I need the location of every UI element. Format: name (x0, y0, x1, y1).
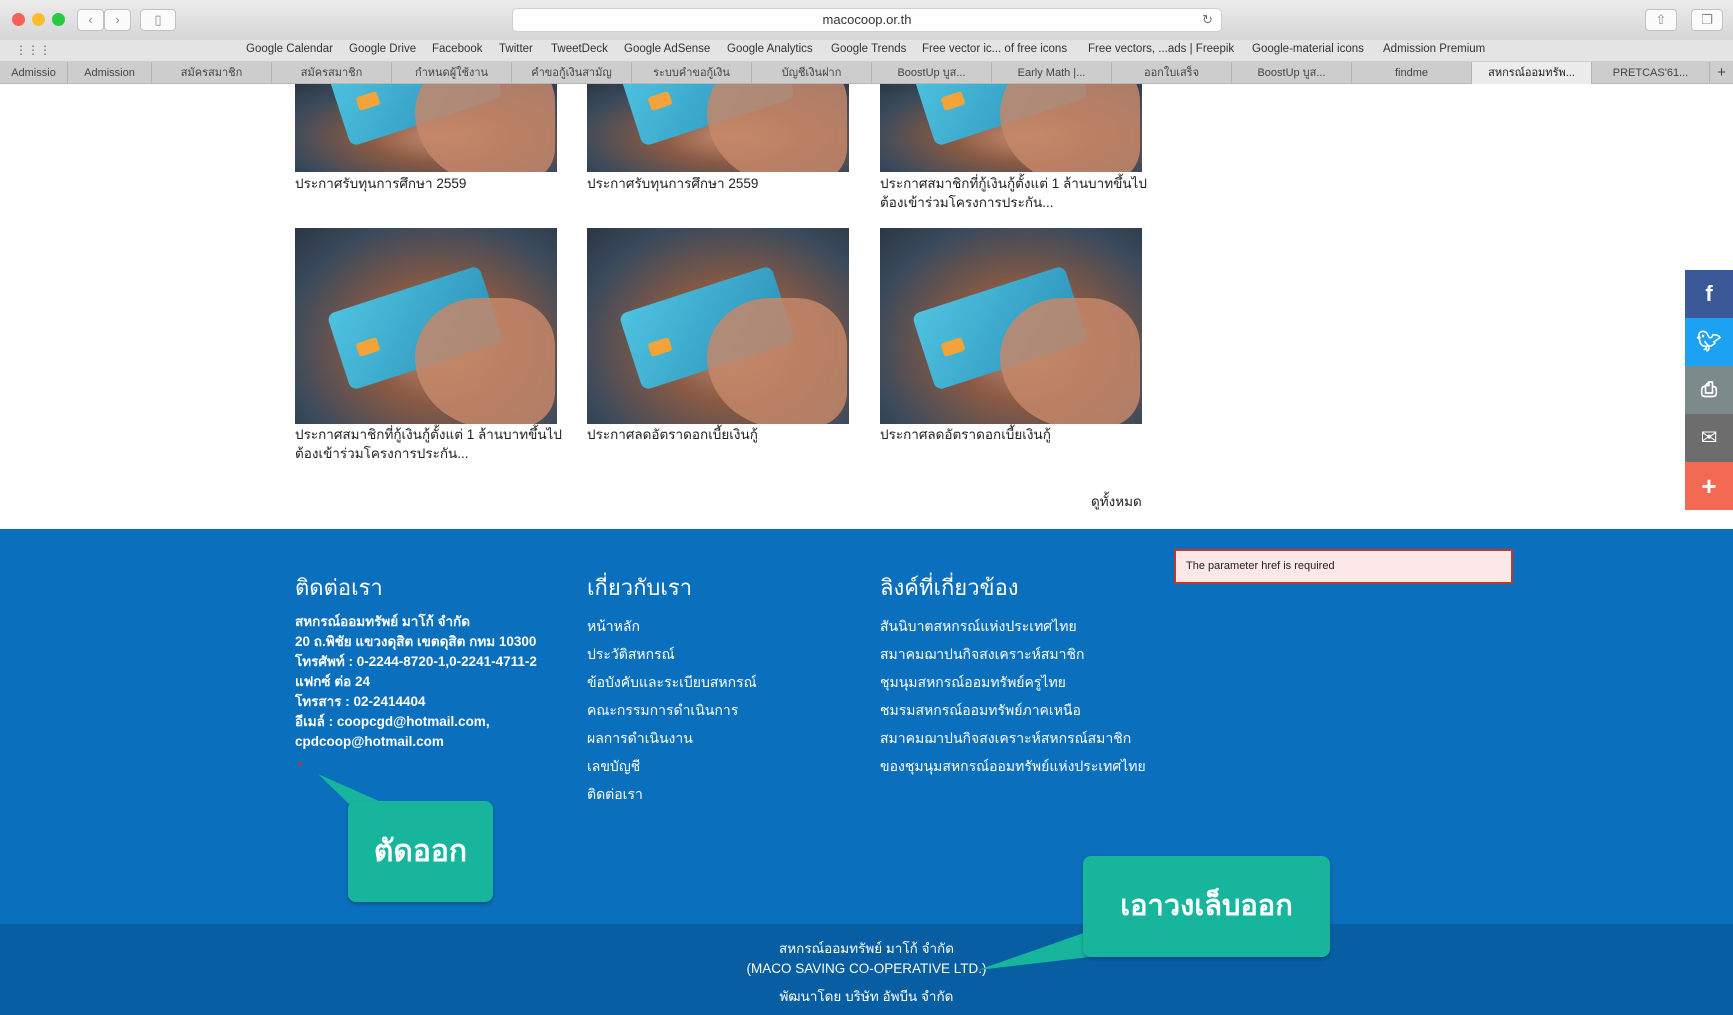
twitter-icon: 🐦︎ (1696, 331, 1722, 353)
plus-icon: + (1701, 471, 1717, 501)
facebook-icon: f (1705, 281, 1713, 306)
callout-cut: ตัดออก (348, 801, 493, 902)
share-facebook-button[interactable]: f (1685, 270, 1733, 318)
share-more-button[interactable]: + (1685, 462, 1733, 510)
callout-pointers (318, 774, 1098, 970)
print-icon: ⎙ (1701, 379, 1717, 401)
callout-remove-brackets: เอาวงเล็บออก (1083, 856, 1330, 957)
email-icon: ✉ (1700, 427, 1718, 449)
callout-pointer-brackets (978, 928, 1098, 970)
share-twitter-button[interactable]: 🐦︎ (1685, 318, 1733, 366)
share-print-button[interactable]: ⎙ (1685, 366, 1733, 414)
share-email-button[interactable]: ✉ (1685, 414, 1733, 462)
